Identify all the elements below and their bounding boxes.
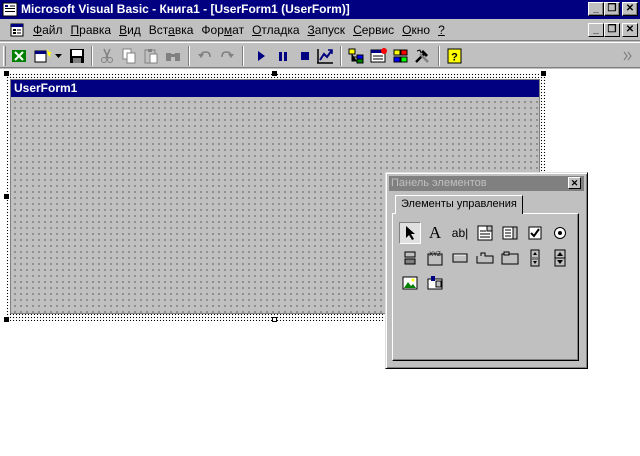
minimize-button[interactable]: _ [588, 2, 604, 16]
menu-items: Файл Правка Вид Вставка Формат Отладка З… [33, 23, 453, 37]
multipage-tool[interactable] [499, 247, 521, 269]
project-explorer-icon[interactable] [346, 46, 368, 66]
toolbar-separator [91, 46, 93, 66]
child-minimize-button[interactable]: _ [588, 23, 604, 37]
toolbar-overflow-icon[interactable] [620, 46, 636, 66]
combobox-tool[interactable] [474, 222, 496, 244]
toolbox-page: A ab| XYZ [392, 213, 579, 361]
checkbox-tool[interactable] [524, 222, 546, 244]
standard-toolbar: ? [0, 42, 640, 68]
menu-tools[interactable]: Сервис [353, 23, 394, 37]
child-close-button[interactable]: ✕ [622, 23, 638, 37]
menu-edit[interactable]: Правка [71, 23, 112, 37]
insert-userform-icon[interactable] [32, 46, 54, 66]
window-title: Microsoft Visual Basic - Книга1 - [UserF… [21, 2, 350, 16]
userform-caption: UserForm1 [11, 80, 539, 97]
menu-window[interactable]: Окно [402, 23, 430, 37]
menu-file[interactable]: Файл [33, 23, 63, 37]
svg-text:XYZ: XYZ [429, 252, 441, 258]
vba-app-icon [2, 2, 18, 17]
menu-debug[interactable]: Отладка [252, 23, 299, 37]
command-button-tool[interactable] [449, 247, 471, 269]
close-button[interactable]: ✕ [622, 2, 638, 16]
properties-icon[interactable] [368, 46, 390, 66]
dropdown-arrow-icon[interactable] [52, 46, 64, 66]
select-objects-tool[interactable] [399, 222, 421, 244]
copy-icon[interactable] [118, 46, 140, 66]
image-tool[interactable] [399, 272, 421, 294]
spinbutton-tool[interactable] [549, 247, 571, 269]
form-window-icon[interactable] [10, 23, 24, 37]
design-mode-icon[interactable] [314, 46, 336, 66]
save-icon[interactable] [66, 46, 88, 66]
textbox-tool-glyph: ab| [451, 226, 469, 240]
excel-view-icon[interactable] [9, 46, 31, 66]
sizing-handle-top-left[interactable] [4, 71, 9, 76]
toolbox-icon[interactable] [412, 46, 434, 66]
svg-text:?: ? [451, 52, 458, 64]
scrollbar-tool[interactable] [524, 247, 546, 269]
textbox-tool[interactable]: ab| [449, 222, 471, 244]
toolbar-separator [438, 46, 440, 66]
redo-icon[interactable] [216, 46, 238, 66]
tabstrip-tool[interactable] [474, 247, 496, 269]
toolbox-panel: Панель элементов ✕ Элементы управления A… [385, 172, 588, 369]
toolbar-separator [340, 46, 342, 66]
toggle-button-tool[interactable] [399, 247, 421, 269]
menu-view[interactable]: Вид [119, 23, 141, 37]
toolbox-title-bar[interactable]: Панель элементов ✕ [389, 176, 584, 191]
sizing-handle-top-right[interactable] [541, 71, 546, 76]
sizing-handle-bottom[interactable] [272, 317, 277, 322]
help-icon[interactable]: ? [444, 46, 466, 66]
menu-bar: Файл Правка Вид Вставка Формат Отладка З… [0, 19, 640, 41]
menu-help[interactable]: ? [438, 23, 445, 37]
toolbar-separator [188, 46, 190, 66]
menu-run[interactable]: Запуск [308, 23, 346, 37]
cut-icon[interactable] [96, 46, 118, 66]
option-button-tool[interactable] [549, 222, 571, 244]
toolbox-close-button[interactable]: ✕ [568, 177, 581, 189]
refedit-tool[interactable] [424, 272, 446, 294]
title-bar: Microsoft Visual Basic - Книга1 - [UserF… [0, 0, 640, 19]
object-browser-icon[interactable] [390, 46, 412, 66]
tab-controls[interactable]: Элементы управления [395, 195, 523, 214]
sizing-handle-bottom-left[interactable] [4, 317, 9, 322]
break-icon[interactable] [272, 46, 294, 66]
sizing-handle-top[interactable] [272, 71, 277, 76]
reset-icon[interactable] [294, 46, 316, 66]
frame-tool[interactable]: XYZ [424, 247, 446, 269]
toolbox-title: Панель элементов [391, 177, 487, 189]
restore-button[interactable]: ❐ [604, 2, 620, 16]
paste-icon[interactable] [140, 46, 162, 66]
sizing-handle-left[interactable] [4, 194, 9, 199]
child-restore-button[interactable]: ❐ [604, 23, 620, 37]
menu-insert[interactable]: Вставка [149, 23, 194, 37]
toolbar-separator [242, 46, 244, 66]
find-icon[interactable] [162, 46, 184, 66]
listbox-tool[interactable] [499, 222, 521, 244]
menu-format[interactable]: Формат [201, 23, 244, 37]
run-icon[interactable] [250, 46, 272, 66]
undo-icon[interactable] [194, 46, 216, 66]
label-tool-glyph: A [428, 223, 442, 242]
toolbar-grip[interactable] [3, 46, 6, 66]
label-tool[interactable]: A [424, 222, 446, 244]
